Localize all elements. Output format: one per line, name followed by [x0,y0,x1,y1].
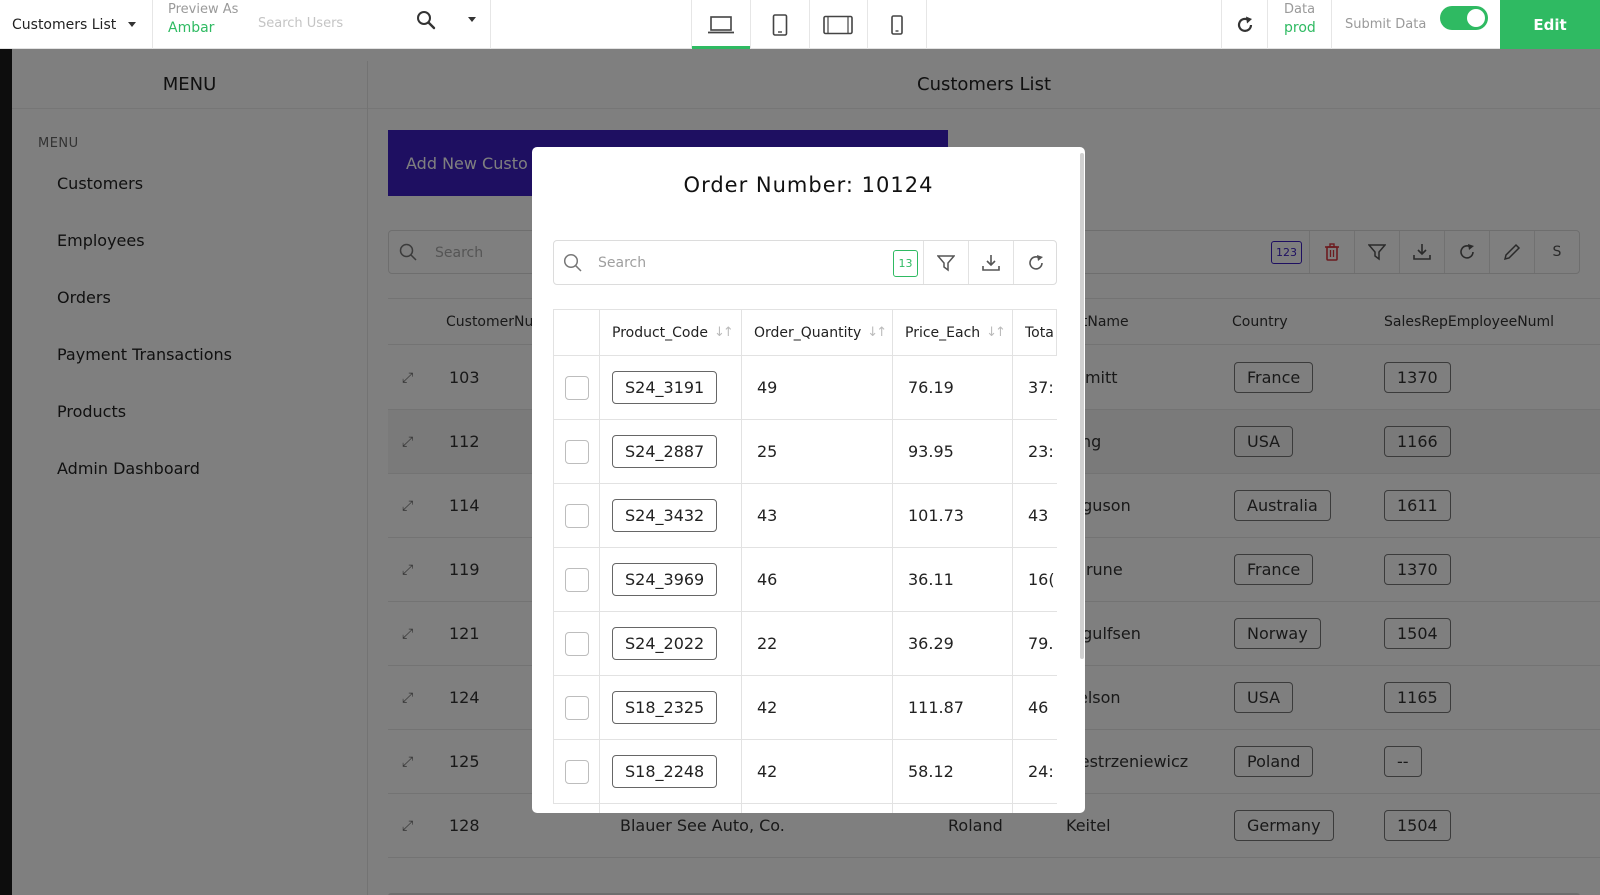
column-divider [741,309,742,813]
order-lines-table: Product_Code ↓↑ Order_Quantity ↓↑ Price_Ea… [553,309,1057,813]
col-header-order-quantity[interactable]: Order_Quantity ↓↑ [754,310,885,355]
table-row[interactable]: S24_2022 22 36.29 79. [553,612,1057,676]
download-button[interactable] [968,241,1013,284]
product-code-chip: S24_3191 [612,371,718,404]
cell-price-each: 58.12 [908,762,954,781]
preview-user[interactable]: Ambar [168,20,214,36]
table-row[interactable]: S18_2325 42 111.87 46 [553,676,1057,740]
cell-order-quantity: 46 [757,570,778,589]
data-env-value: prod [1284,20,1316,36]
mobile-view-button[interactable] [868,0,927,49]
col-header-product-code[interactable]: Product_Code ↓↑ [612,310,732,355]
table-row[interactable]: S24_3432 43 101.73 43 [553,484,1057,548]
device-switcher [691,0,927,49]
col-header-price-each[interactable]: Price_Each ↓↑ [905,310,1004,355]
cell-order-quantity: 49 [757,378,778,397]
filter-icon [937,254,955,271]
col-header-total[interactable]: Tota [1025,310,1054,355]
data-label: Data [1284,2,1316,17]
cell-order-quantity: 22 [757,634,778,653]
download-icon [982,254,1000,271]
cell-total: 16( [1028,570,1055,589]
product-code-chip: S24_2022 [612,627,718,660]
cell-total: 24: [1028,762,1054,781]
row-checkbox[interactable] [565,631,589,656]
modal-title: Order Number: 10124 [683,173,934,197]
product-code-chip: S24_3969 [612,563,718,596]
order-lines-header: Product_Code ↓↑ Order_Quantity ↓↑ Price_Ea… [553,309,1057,356]
column-divider [892,309,893,813]
row-checkbox[interactable] [565,759,589,784]
cell-total: 46 [1028,698,1049,717]
mobile-icon [891,14,903,35]
cell-price-each: 101.73 [908,506,964,525]
col-header-label: Price_Each [905,324,981,341]
cell-total: 37: [1028,378,1054,397]
column-divider [599,309,600,813]
sort-icon: ↓↑ [867,325,886,340]
record-count-badge: 13 [893,250,918,277]
cell-price-each: 36.11 [908,570,954,589]
tablet-landscape-icon [823,15,854,34]
search-icon [563,253,582,276]
col-header-label: Order_Quantity [754,324,862,341]
chevron-down-icon [128,22,137,27]
submit-data-label: Submit Data [1345,17,1427,32]
tablet-landscape-view-button[interactable] [810,0,869,49]
product-code-chip: S18_2248 [612,755,718,788]
search-icon[interactable] [416,10,436,34]
cell-price-each: 76.19 [908,378,954,397]
data-env-panel[interactable]: Data prod [1268,0,1332,49]
page-selector-label: Customers List [12,16,117,33]
cell-total: 79. [1028,634,1054,653]
modal-scrollbar[interactable] [1080,153,1084,659]
row-checkbox[interactable] [565,439,589,464]
cell-order-quantity: 25 [757,442,778,461]
product-code-chip: S18_2325 [612,691,718,724]
product-code-chip: S24_2887 [612,435,718,468]
tablet-icon [772,13,787,36]
submit-data-panel: Submit Data [1332,0,1500,49]
submit-data-toggle[interactable] [1440,6,1488,30]
tablet-view-button[interactable] [751,0,810,49]
cell-order-quantity: 43 [757,506,778,525]
table-row[interactable]: S24_3191 49 76.19 37: [553,356,1057,420]
column-divider [1012,309,1013,813]
top-bar: Customers List Preview As Ambar Data pro… [0,0,1600,49]
row-checkbox[interactable] [565,503,589,528]
reload-button[interactable] [1013,241,1058,284]
edit-button[interactable]: Edit [1500,0,1600,49]
table-row[interactable]: S24_3969 46 36.11 16( [553,548,1057,612]
sort-icon: ↓↑ [714,325,732,340]
modal-table-toolbar: 13 [553,240,1057,285]
cell-total: 43 [1028,506,1049,525]
search-users-input[interactable] [258,10,408,36]
filter-button[interactable] [923,241,968,284]
refresh-icon [1237,16,1252,32]
row-checkbox[interactable] [565,567,589,592]
page-selector[interactable]: Customers List [0,0,153,49]
cell-order-quantity: 42 [757,762,778,781]
cell-price-each: 36.29 [908,634,954,653]
preview-as-label: Preview As [168,2,239,17]
table-row[interactable]: S18_2248 42 58.12 24: [553,740,1057,804]
order-details-modal: Order Number: 10124 13 Product_Code ↓↑ Or… [532,147,1085,813]
preview-as-panel: Preview As Ambar [153,0,491,49]
laptop-icon [707,15,734,33]
product-code-chip: S24_3432 [612,499,718,532]
row-checkbox[interactable] [565,375,589,400]
col-header-label: Product_Code [612,324,708,341]
refresh-button[interactable] [1221,0,1268,49]
cell-order-quantity: 42 [757,698,778,717]
table-row[interactable]: S24_2887 25 93.95 23: [553,420,1057,484]
row-checkbox[interactable] [565,695,589,720]
sort-icon: ↓↑ [986,325,1004,340]
cell-price-each: 111.87 [908,698,964,717]
cell-total: 23: [1028,442,1054,461]
desktop-view-button[interactable] [692,0,751,49]
users-dropdown-icon[interactable] [468,17,476,22]
cell-price-each: 93.95 [908,442,954,461]
modal-search-input[interactable] [598,251,858,275]
refresh-icon [1029,254,1043,270]
